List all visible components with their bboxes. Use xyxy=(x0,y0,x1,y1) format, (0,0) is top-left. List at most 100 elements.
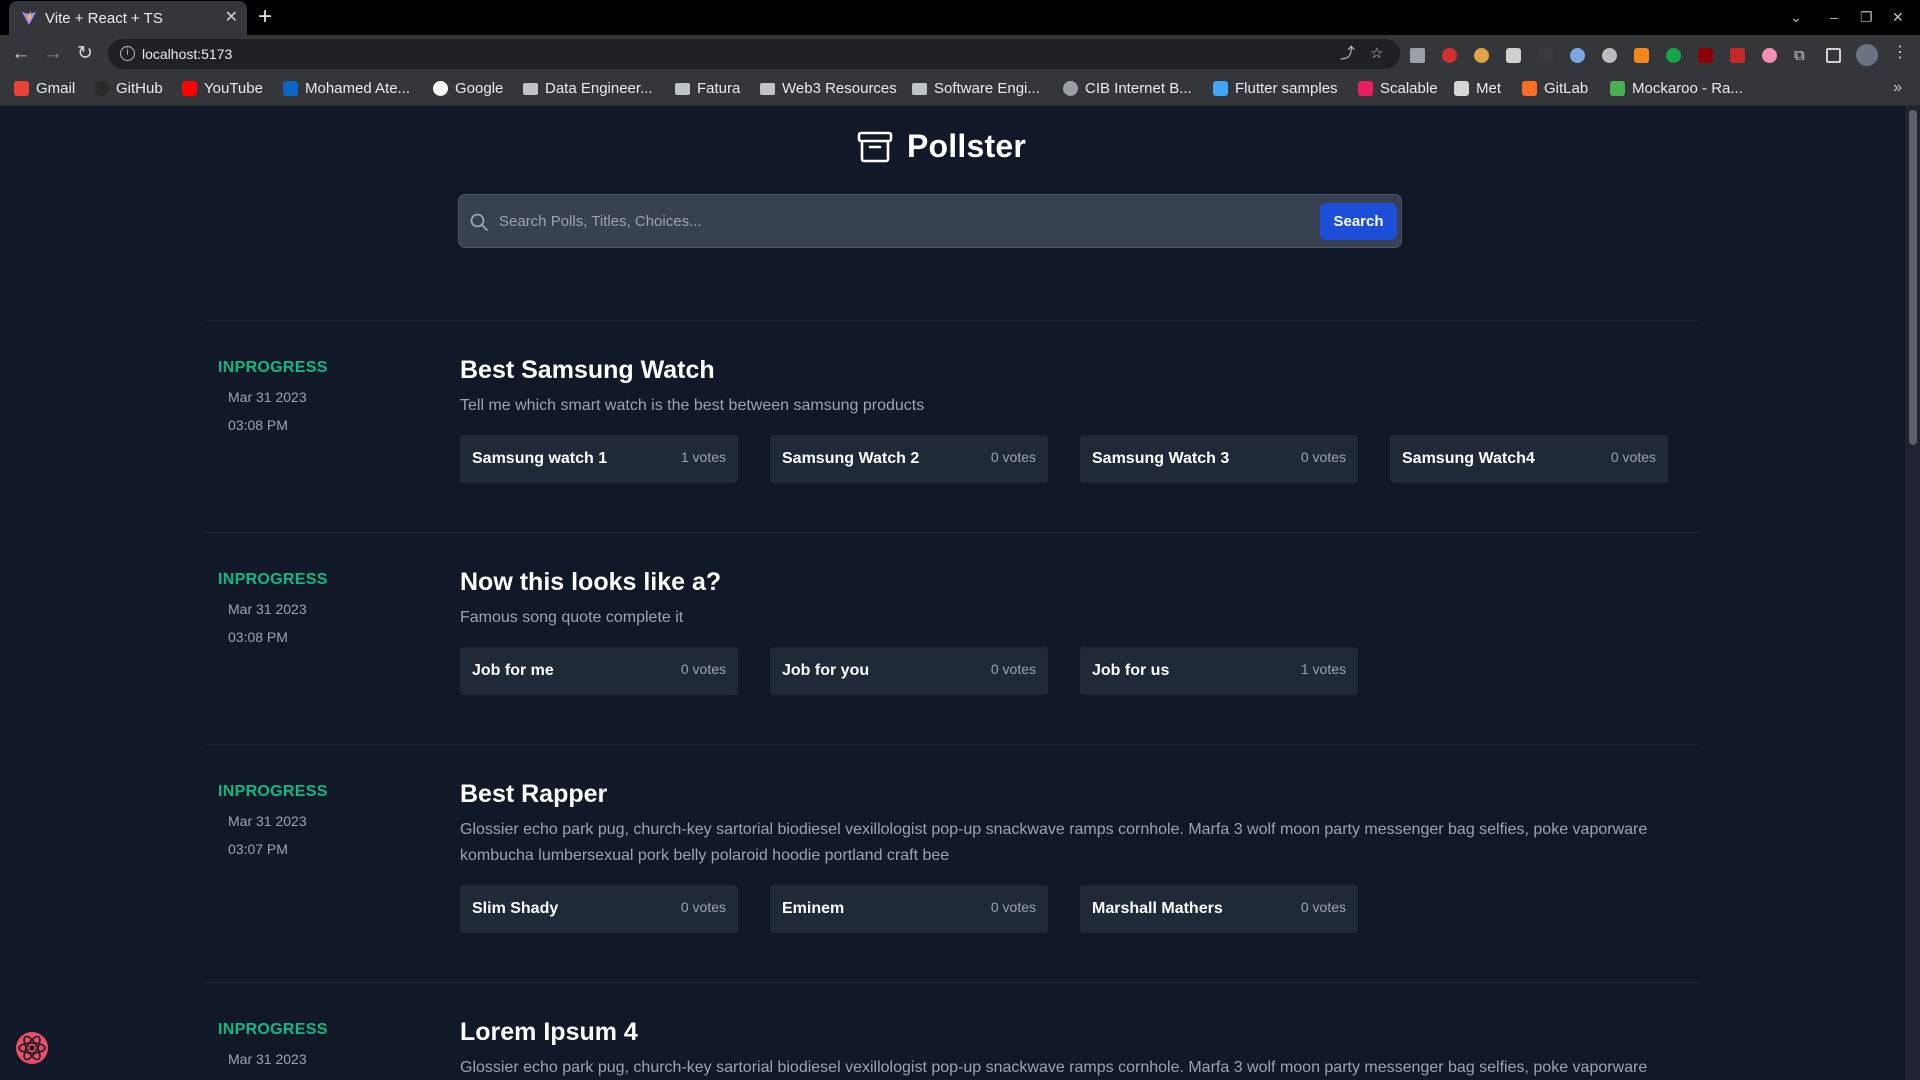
choice-label: Samsung Watch 3 xyxy=(1092,450,1230,467)
poll-choice[interactable]: Job for you 0 votes xyxy=(770,647,1048,695)
bookmark-star-icon[interactable]: ☆ xyxy=(1370,45,1383,63)
search-bar: Search xyxy=(458,194,1402,248)
choice-label: Samsung watch 1 xyxy=(472,450,608,467)
page-scrollbar[interactable] xyxy=(1905,106,1920,1080)
extension-cookie-icon[interactable] xyxy=(1474,48,1489,63)
choice-votes: 0 votes xyxy=(990,899,1036,915)
choice-votes: 0 votes xyxy=(1300,899,1346,915)
app-title: Pollster xyxy=(907,128,1026,164)
met-icon xyxy=(1454,81,1469,96)
bookmark-google[interactable]: Google xyxy=(433,80,503,97)
poll-choice[interactable]: Eminem 0 votes xyxy=(770,885,1048,933)
choice-votes: 0 votes xyxy=(1300,449,1346,465)
poll-item: INPROGRESS Mar 31 2023 03:07 PM Best Rap… xyxy=(204,744,1700,982)
reload-icon[interactable]: ↻ xyxy=(74,43,96,65)
bookmark-scalable[interactable]: Scalable xyxy=(1358,80,1438,97)
poll-choice[interactable]: Job for me 0 votes xyxy=(460,647,738,695)
back-icon[interactable]: ← xyxy=(10,43,32,65)
address-bar[interactable]: i localhost:5173 ⤴ ☆ xyxy=(108,39,1400,69)
extension-gift-icon[interactable] xyxy=(1730,48,1745,63)
extension-adblock-icon[interactable] xyxy=(1442,48,1457,63)
app-brand: Pollster xyxy=(857,128,1026,165)
extensions-puzzle-icon[interactable]: ⧉ xyxy=(1794,48,1809,63)
share-icon[interactable]: ⤴ xyxy=(1340,45,1355,63)
tab-title: Vite + React + TS xyxy=(45,10,163,27)
poll-choice[interactable]: Samsung Watch4 0 votes xyxy=(1390,435,1668,483)
bookmark-linkedin[interactable]: Mohamed Ate... xyxy=(283,80,410,97)
extension-vue-icon[interactable] xyxy=(1410,48,1425,63)
poll-title[interactable]: Now this looks like a? xyxy=(460,568,721,597)
search-button[interactable]: Search xyxy=(1320,203,1397,240)
bookmark-cib[interactable]: CIB Internet B... xyxy=(1063,80,1192,97)
browser-tab-active[interactable]: Vite + React + TS ✕ xyxy=(9,1,247,35)
site-info-icon[interactable]: i xyxy=(120,46,135,61)
choice-label: Marshall Mathers xyxy=(1092,900,1223,917)
poll-status: INPROGRESS xyxy=(218,359,328,376)
bookmark-gitlab[interactable]: GitLab xyxy=(1522,80,1588,97)
choice-label: Job for you xyxy=(782,662,870,679)
choice-votes: 0 votes xyxy=(990,661,1036,677)
tab-close-icon[interactable]: ✕ xyxy=(225,8,238,28)
search-icon xyxy=(470,213,488,231)
bookmark-folder-data-engineer[interactable]: Data Engineer... xyxy=(523,80,653,97)
poll-choice[interactable]: Samsung watch 1 1 votes xyxy=(460,435,738,483)
close-window-icon[interactable]: ✕ xyxy=(1892,8,1904,26)
search-input[interactable] xyxy=(499,195,1319,247)
poll-choice[interactable]: Samsung Watch 3 0 votes xyxy=(1080,435,1358,483)
bookmark-folder-fatura[interactable]: Fatura xyxy=(675,80,740,97)
react-devtools-icon[interactable] xyxy=(12,1028,52,1068)
new-tab-icon[interactable]: + xyxy=(258,5,272,29)
extension-target-icon[interactable] xyxy=(1666,48,1681,63)
forward-icon[interactable]: → xyxy=(42,43,64,65)
browser-menu-icon[interactable]: ⋮ xyxy=(1892,44,1908,61)
restore-icon[interactable]: ❐ xyxy=(1860,8,1873,26)
poll-date: Mar 31 2023 xyxy=(228,813,307,829)
bookmark-mockaroo[interactable]: Mockaroo - Ra... xyxy=(1610,80,1743,97)
poll-choice[interactable]: Samsung Watch 2 0 votes xyxy=(770,435,1048,483)
mockaroo-icon xyxy=(1610,81,1625,96)
choice-label: Eminem xyxy=(782,900,845,917)
address-url[interactable]: localhost:5173 xyxy=(142,46,232,62)
extension-egg-icon[interactable] xyxy=(1762,48,1777,63)
scrollbar-thumb[interactable] xyxy=(1909,110,1917,445)
choice-votes: 1 votes xyxy=(1300,661,1346,677)
choice-votes: 0 votes xyxy=(680,661,726,677)
folder-icon xyxy=(523,82,538,95)
poll-date: Mar 31 2023 xyxy=(228,601,307,617)
side-panel-icon[interactable] xyxy=(1826,48,1841,63)
poll-title[interactable]: Best Rapper xyxy=(460,780,607,809)
extension-page-icon[interactable] xyxy=(1506,48,1521,63)
extension-globe-icon[interactable] xyxy=(1602,48,1617,63)
bookmark-gmail[interactable]: Gmail xyxy=(14,80,75,97)
poll-choice[interactable]: Slim Shady 0 votes xyxy=(460,885,738,933)
poll-choice[interactable]: Job for us 1 votes xyxy=(1080,647,1358,695)
bookmark-folder-software[interactable]: Software Engi... xyxy=(912,80,1040,97)
poll-description: Glossier echo park pug, church-key sarto… xyxy=(460,1059,1648,1076)
extension-metamask-icon[interactable] xyxy=(1634,48,1649,63)
bookmark-met[interactable]: Met xyxy=(1454,80,1501,97)
bookmark-github[interactable]: GitHub xyxy=(94,80,163,97)
poll-date: Mar 31 2023 xyxy=(228,389,307,405)
bookmark-youtube[interactable]: YouTube xyxy=(182,80,263,97)
poll-item: INPROGRESS Mar 31 2023 Lorem Ipsum 4 Glo… xyxy=(204,982,1700,1080)
scalable-icon xyxy=(1358,81,1373,96)
poll-choice[interactable]: Marshall Mathers 0 votes xyxy=(1080,885,1358,933)
extension-ublock-icon[interactable] xyxy=(1698,48,1713,63)
poll-title[interactable]: Lorem Ipsum 4 xyxy=(460,1018,638,1047)
extension-network-icon[interactable] xyxy=(1570,48,1585,63)
github-icon xyxy=(94,81,109,96)
page-viewport: Pollster Search INPROGRESS Mar 31 2023 0… xyxy=(0,106,1905,1080)
gmail-icon xyxy=(14,81,29,96)
minimize-icon[interactable]: – xyxy=(1830,8,1838,26)
profile-avatar[interactable] xyxy=(1856,44,1878,66)
choice-label: Job for us xyxy=(1092,662,1170,679)
choice-label: Slim Shady xyxy=(472,900,559,917)
extension-dark-icon[interactable] xyxy=(1538,48,1553,63)
tab-search-icon[interactable]: ⌄ xyxy=(1790,8,1802,26)
poll-item: INPROGRESS Mar 31 2023 03:08 PM Now this… xyxy=(204,532,1700,744)
bookmarks-overflow-icon[interactable]: » xyxy=(1893,79,1902,97)
google-icon xyxy=(433,81,448,96)
poll-title[interactable]: Best Samsung Watch xyxy=(460,356,715,385)
bookmark-folder-web3[interactable]: Web3 Resources xyxy=(760,80,897,97)
bookmark-flutter[interactable]: Flutter samples xyxy=(1213,80,1338,97)
